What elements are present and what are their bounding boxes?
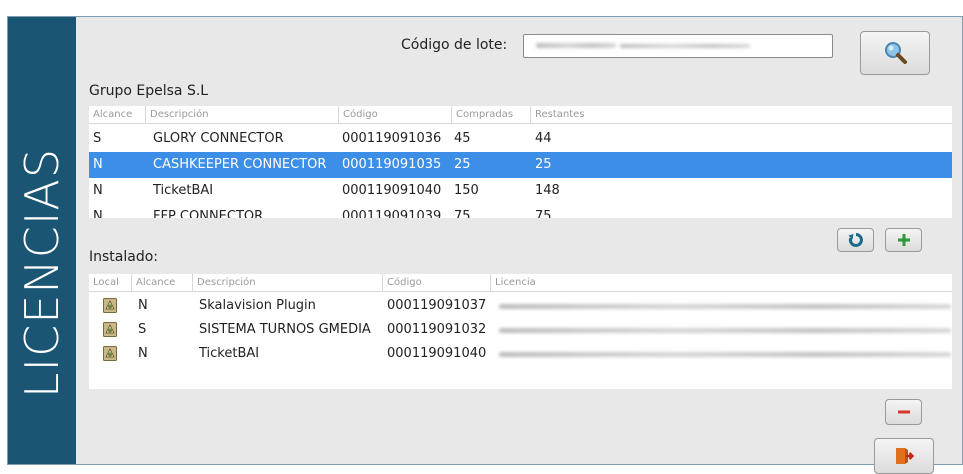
cell-descripcion: GLORY CONNECTOR [153,131,284,146]
cell-compradas: 45 [454,131,471,146]
cell-descripcion: Skalavision Plugin [199,298,316,313]
plugin-icon [103,322,117,337]
licencias-panel: LICENCIAS Código de lote: Grupo Epelsa S… [7,16,963,474]
cell-descripcion: SISTEMA TURNOS GMEDIA [199,322,371,337]
lote-value-redacted [620,44,750,48]
refresh-icon [848,233,863,247]
cell-compradas: 150 [454,183,479,198]
cell-restantes: 148 [535,183,560,198]
table-row[interactable]: S GLORY CONNECTOR 000119091036 45 44 [89,126,952,152]
lote-label: Código de lote: [401,37,508,53]
cell-alcance: N [93,209,103,218]
cell-descripcion: FFP CONNECTOR [153,209,264,218]
cell-restantes: 44 [535,131,552,146]
col-alcance[interactable]: Alcance [89,106,146,123]
cell-codigo: 000119091036 [342,131,442,146]
col-local[interactable]: Local [89,274,132,291]
cell-alcance: N [93,183,103,198]
plus-icon [897,234,910,246]
cell-descripcion: CASHKEEPER CONNECTOR [153,157,327,172]
table-row[interactable]: N Skalavision Plugin 000119091037 [89,294,952,318]
cell-compradas: 75 [454,209,471,218]
col-descripcion[interactable]: Descripción [146,106,339,123]
magnifier-icon [885,42,907,64]
cell-alcance: S [138,322,147,337]
grupo-table-header: Alcance Descripción Código Compradas Res… [89,106,952,124]
cell-codigo: 000119091037 [387,298,487,313]
table-row[interactable]: S SISTEMA TURNOS GMEDIA 000119091032 [89,318,952,342]
cell-codigo: 000119091039 [342,209,442,218]
table-row[interactable]: N TicketBAI 000119091040 [89,342,952,366]
cell-alcance: N [93,157,103,172]
cell-codigo: 000119091032 [387,322,487,337]
cell-codigo: 000119091035 [342,157,442,172]
refresh-button[interactable] [837,228,874,252]
sidebar-title: LICENCIAS [15,147,69,399]
instalado-title: Instalado: [89,249,159,265]
cell-codigo: 000119091040 [342,183,442,198]
cell-descripcion: TicketBAI [199,346,260,361]
licencia-redacted [499,304,951,309]
cell-descripcion: TicketBAI [153,183,214,198]
cell-compradas: 25 [454,157,471,172]
table-row-partial[interactable]: N FFP CONNECTOR 000119091039 75 75 [89,204,952,218]
search-button[interactable] [860,31,930,75]
sidebar: LICENCIAS [8,17,76,464]
exit-button[interactable] [874,438,934,474]
table-row[interactable]: N TicketBAI 000119091040 150 148 [89,178,952,204]
cell-restantes: 25 [535,157,552,172]
licencia-redacted [499,328,951,333]
col-licencia[interactable]: Licencia [491,274,952,291]
exit-door-icon [896,448,914,464]
instalado-table-header: Local Alcance Descripción Código Licenci… [89,274,952,292]
lote-value-redacted [536,43,616,48]
plugin-icon [103,346,117,361]
table-row-selected[interactable]: N CASHKEEPER CONNECTOR 000119091035 25 2… [89,152,952,178]
remove-button[interactable] [885,399,922,425]
licencia-redacted [499,352,951,357]
cell-alcance: S [93,131,102,146]
lote-input[interactable] [523,34,833,58]
cell-restantes: 75 [535,209,552,218]
cell-alcance: N [138,298,148,313]
add-button[interactable] [885,228,922,252]
col-alcance[interactable]: Alcance [132,274,193,291]
plugin-icon [103,298,117,313]
col-descripcion[interactable]: Descripción [193,274,383,291]
grupo-table: Alcance Descripción Código Compradas Res… [89,106,952,218]
minus-icon [897,410,910,414]
instalado-table: Local Alcance Descripción Código Licenci… [89,274,952,389]
col-codigo[interactable]: Código [339,106,452,123]
col-restantes[interactable]: Restantes [531,106,952,123]
cell-alcance: N [138,346,148,361]
grupo-title: Grupo Epelsa S.L [89,83,209,99]
col-codigo[interactable]: Código [383,274,491,291]
col-compradas[interactable]: Compradas [452,106,531,123]
cell-codigo: 000119091040 [387,346,487,361]
